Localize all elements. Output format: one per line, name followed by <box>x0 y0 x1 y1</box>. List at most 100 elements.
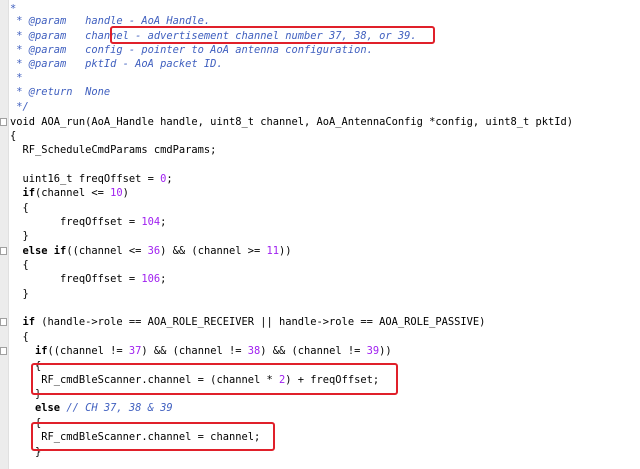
code-text: { <box>10 201 29 215</box>
code-token: ) && (channel != <box>141 345 248 357</box>
code-line[interactable]: { <box>0 330 640 344</box>
code-text: * @param pktId - AoA packet ID. <box>10 57 223 71</box>
code-text: if (handle->role == AOA_ROLE_RECEIVER ||… <box>10 315 486 329</box>
code-line[interactable] <box>0 301 640 315</box>
code-text: { <box>10 258 29 272</box>
code-line[interactable]: * <box>0 71 640 85</box>
code-token: ; <box>160 273 167 285</box>
code-token: RF_ScheduleCmdParams cmdParams; <box>10 144 217 156</box>
code-token: * <box>10 72 23 84</box>
code-text: } <box>10 229 29 243</box>
code-token: { <box>10 331 29 343</box>
channel-offset-highlight <box>31 363 398 395</box>
code-text: { <box>10 129 16 143</box>
code-token: 106 <box>141 273 161 285</box>
channel-description-highlight <box>110 26 435 44</box>
code-text: void AOA_run(AoA_Handle handle, uint8_t … <box>10 115 573 129</box>
code-text: if((channel != 37) && (channel != 38) &&… <box>10 344 392 358</box>
code-token: ; <box>160 216 167 228</box>
code-text: freqOffset = 104; <box>10 215 166 229</box>
code-token: * @param config - pointer to AoA antenna… <box>10 44 373 56</box>
code-token: 37 <box>128 345 142 357</box>
code-line[interactable]: { <box>0 129 640 143</box>
code-token: freqOffset = <box>10 273 142 285</box>
code-token: freqOffset = <box>10 216 142 228</box>
code-token: { <box>10 130 17 142</box>
code-token: ) <box>122 187 129 199</box>
code-token: (handle->role == AOA_ROLE_RECEIVER || ha… <box>35 316 486 328</box>
code-line[interactable]: uint16_t freqOffset = 0; <box>0 172 640 186</box>
code-token: if <box>22 187 36 199</box>
code-token: else if <box>22 245 67 257</box>
code-text: uint16_t freqOffset = 0; <box>10 172 173 186</box>
code-token: 104 <box>141 216 161 228</box>
code-line[interactable]: { <box>0 201 640 215</box>
code-token: * @param pktId - AoA packet ID. <box>10 58 223 70</box>
code-line[interactable]: */ <box>0 100 640 114</box>
code-line[interactable]: if (handle->role == AOA_ROLE_RECEIVER ||… <box>0 315 640 329</box>
code-line[interactable]: void AOA_run(AoA_Handle handle, uint8_t … <box>0 115 640 129</box>
code-token: // CH 37, 38 & 39 <box>66 402 173 414</box>
code-token: 11 <box>266 245 280 257</box>
code-line[interactable]: } <box>0 229 640 243</box>
code-line[interactable]: freqOffset = 104; <box>0 215 640 229</box>
code-token: )) <box>279 245 292 257</box>
code-line[interactable] <box>0 157 640 171</box>
code-token: if <box>35 345 48 357</box>
code-token: uint16_t freqOffset = <box>10 173 161 185</box>
code-line[interactable]: if((channel != 37) && (channel != 38) &&… <box>0 344 640 358</box>
code-text: RF_ScheduleCmdParams cmdParams; <box>10 143 217 157</box>
code-token: 38 <box>247 345 261 357</box>
code-token: */ <box>10 101 29 113</box>
code-line[interactable]: * @return None <box>0 85 640 99</box>
code-token: } <box>10 230 29 242</box>
code-token: * @return None <box>10 86 111 98</box>
code-line[interactable]: * @param config - pointer to AoA antenna… <box>0 43 640 57</box>
code-token: { <box>10 259 29 271</box>
code-token: { <box>10 202 29 214</box>
code-text: else if((channel <= 36) && (channel >= 1… <box>10 244 292 258</box>
fold-toggle-icon[interactable] <box>0 318 7 326</box>
fold-toggle-icon[interactable] <box>0 118 7 126</box>
code-token: else <box>35 402 61 414</box>
code-token: void AOA_run(AoA_Handle handle, uint8_t … <box>10 116 574 128</box>
code-token: 36 <box>147 245 161 257</box>
code-token: ; <box>166 173 173 185</box>
code-token: (channel <= <box>35 187 111 199</box>
code-text: */ <box>10 100 29 114</box>
code-line[interactable]: * @param pktId - AoA packet ID. <box>0 57 640 71</box>
code-line[interactable]: { <box>0 258 640 272</box>
code-token: ((channel <= <box>66 245 148 257</box>
code-text: * <box>10 71 23 85</box>
code-token: 10 <box>110 187 123 199</box>
code-token: ((channel != <box>47 345 129 357</box>
code-line[interactable]: freqOffset = 106; <box>0 272 640 286</box>
code-token: ) && (channel != <box>260 345 367 357</box>
code-text: freqOffset = 106; <box>10 272 166 286</box>
code-line[interactable]: if(channel <= 10) <box>0 186 640 200</box>
code-text: { <box>10 330 29 344</box>
code-text: } <box>10 287 29 301</box>
code-text: * @return None <box>10 85 110 99</box>
code-token: } <box>10 288 29 300</box>
code-token: )) <box>379 345 392 357</box>
code-text: if(channel <= 10) <box>10 186 129 200</box>
code-line[interactable]: else if((channel <= 36) && (channel >= 1… <box>0 244 640 258</box>
fold-toggle-icon[interactable] <box>0 247 7 255</box>
code-text: * @param config - pointer to AoA antenna… <box>10 43 373 57</box>
fold-toggle-icon[interactable] <box>0 347 7 355</box>
code-editor[interactable]: * * @param handle - AoA Handle. * @param… <box>0 0 640 469</box>
code-token: if <box>22 316 36 328</box>
code-line[interactable]: } <box>0 287 640 301</box>
code-token: ) && (channel >= <box>160 245 267 257</box>
code-text: else // CH 37, 38 & 39 <box>10 401 173 415</box>
channel-assign-highlight <box>31 422 275 451</box>
code-line[interactable]: else // CH 37, 38 & 39 <box>0 401 640 415</box>
code-token: 39 <box>366 345 380 357</box>
code-line[interactable]: RF_ScheduleCmdParams cmdParams; <box>0 143 640 157</box>
